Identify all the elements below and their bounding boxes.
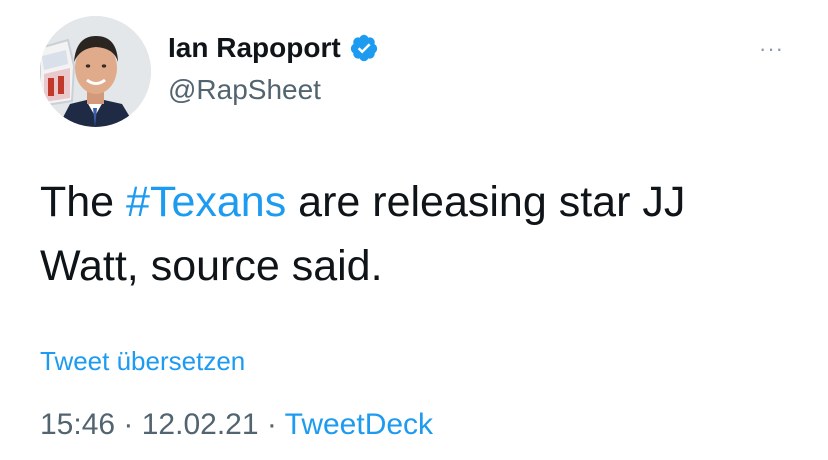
- meta-separator: ·: [115, 408, 142, 441]
- more-options-icon[interactable]: ···: [759, 36, 784, 62]
- tweet-date[interactable]: 12.02.21: [142, 408, 259, 441]
- author-handle[interactable]: @RapSheet: [168, 74, 321, 106]
- tweet-meta: 15:46 · 12.02.21 · TweetDeck: [40, 408, 433, 442]
- avatar-image: [40, 16, 151, 127]
- verified-badge-icon: [349, 33, 379, 63]
- author-display-name[interactable]: Ian Rapoport: [168, 32, 379, 64]
- tweet-source-link[interactable]: TweetDeck: [285, 408, 433, 441]
- translate-tweet-link[interactable]: Tweet übersetzen: [40, 346, 245, 377]
- meta-separator: ·: [258, 408, 285, 441]
- tweet-text-before: The: [40, 178, 127, 226]
- tweet-time[interactable]: 15:46: [40, 408, 115, 441]
- avatar[interactable]: [40, 16, 151, 127]
- display-name-text: Ian Rapoport: [168, 32, 341, 63]
- tweet-card: Ian Rapoport @RapSheet ··· The #Texans a…: [0, 0, 828, 460]
- tweet-text: The #Texans are releasing star JJ Watt, …: [40, 170, 720, 298]
- hashtag-link[interactable]: #Texans: [126, 178, 286, 226]
